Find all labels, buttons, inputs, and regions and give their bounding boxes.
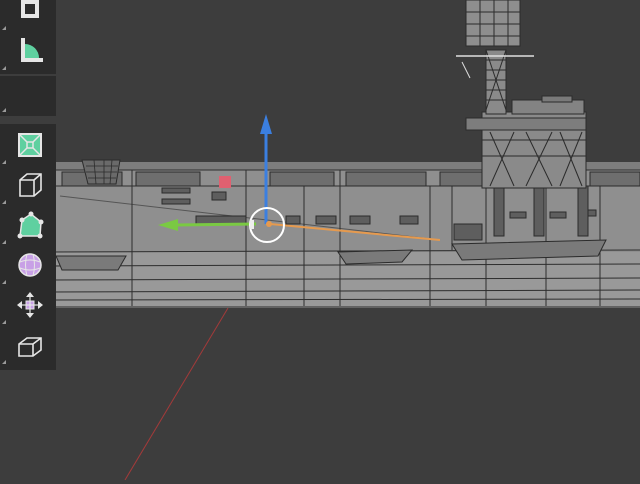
- transform-tool[interactable]: [2, 0, 52, 30]
- extrude-tool[interactable]: [2, 168, 52, 204]
- measure-tool[interactable]: [2, 34, 52, 70]
- measure-icon: [21, 38, 43, 62]
- move-tool[interactable]: [2, 288, 52, 324]
- scene-canvas[interactable]: [0, 0, 640, 481]
- poly-build-tool[interactable]: [2, 208, 52, 244]
- 3d-viewport[interactable]: [0, 0, 640, 481]
- add-cube-tool[interactable]: [2, 128, 52, 164]
- toolbar-mid: [0, 76, 56, 116]
- poly-build-icon: [17, 211, 44, 239]
- gizmo-y-axis[interactable]: [175, 222, 257, 227]
- transform-icon: [21, 0, 39, 18]
- selected-element[interactable]: [219, 176, 231, 188]
- gun-tub: [81, 159, 121, 185]
- shear-icon: [18, 337, 42, 357]
- add-cube-icon: [18, 133, 42, 157]
- move-icon: [17, 292, 43, 318]
- toolbar-top: [0, 0, 56, 74]
- smooth-tool[interactable]: [2, 248, 52, 284]
- extrude-icon: [19, 173, 42, 197]
- gizmo-origin[interactable]: [266, 221, 272, 227]
- shear-tool[interactable]: [2, 328, 52, 364]
- toolbar-main: [0, 124, 56, 370]
- smooth-icon: [18, 253, 42, 277]
